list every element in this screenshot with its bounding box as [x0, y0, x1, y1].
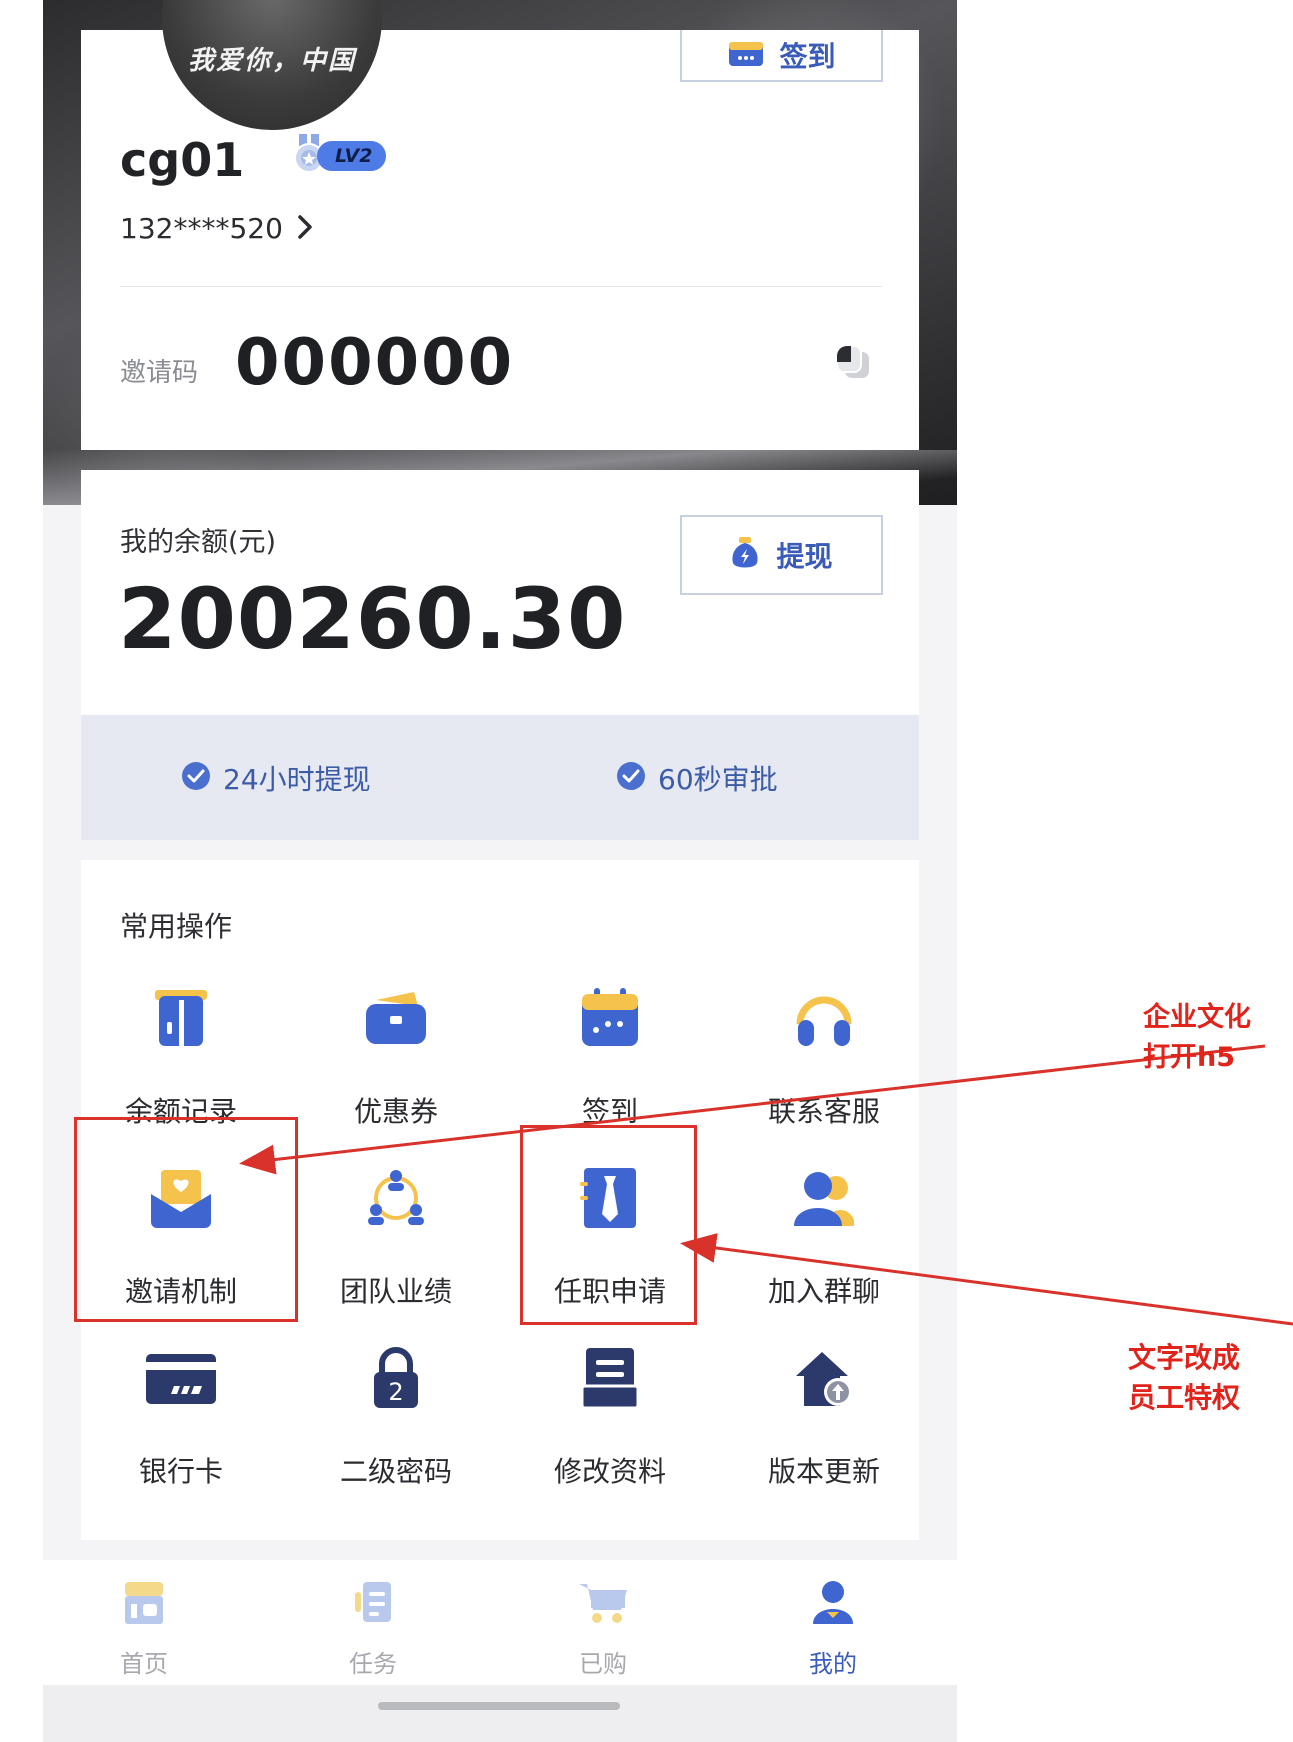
nav-label: 已购: [579, 1650, 627, 1678]
op-coupon[interactable]: 优惠券: [296, 978, 496, 1138]
phone-row[interactable]: 132****520: [120, 212, 313, 245]
check-circle-icon: [181, 761, 211, 795]
check-circle-icon: [616, 761, 646, 795]
annotation-note-culture: 企业文化 打开h5: [1143, 998, 1251, 1078]
invite-code-value: 000000: [235, 326, 515, 400]
balance-record-icon: [81, 978, 281, 1058]
nav-label: 我的: [809, 1650, 857, 1678]
op-label: 团队业绩: [339, 1275, 452, 1308]
group-chat-icon: [724, 1158, 924, 1238]
checkin-button-label: 签到: [779, 40, 836, 73]
edit-profile-icon: [510, 1338, 710, 1418]
op-team-performance[interactable]: 团队业绩: [296, 1158, 496, 1318]
level-badge: LV2: [291, 134, 387, 178]
nav-label: 任务: [349, 1650, 397, 1678]
annotation-note-line: 打开h5: [1143, 1042, 1236, 1073]
phone-screen: 我爱你，中国 签到 cg01 LV2 132****520 邀请码 000000…: [43, 0, 957, 1742]
feature-text: 60秒审批: [658, 762, 778, 796]
annotation-note-line: 员工特权: [1128, 1381, 1241, 1414]
feature-text: 24小时提现: [223, 762, 371, 796]
feature-item: 24小时提现: [181, 715, 371, 840]
calendar-icon: [727, 38, 765, 72]
task-icon: [293, 1572, 453, 1632]
annotation-note-line: 企业文化: [1143, 1002, 1251, 1033]
headset-icon: [724, 978, 924, 1058]
avatar-caption: 我爱你，中国: [187, 46, 356, 76]
screenshot-stage: 我爱你，中国 签到 cg01 LV2 132****520 邀请码 000000…: [0, 0, 1293, 1742]
balance-card: 我的余额(元) 200260.30 提现: [81, 470, 919, 715]
checkin-button[interactable]: 签到: [680, 30, 883, 82]
op-label: 签到: [581, 1095, 638, 1128]
copy-icon[interactable]: [833, 342, 873, 386]
op-label: 银行卡: [138, 1455, 223, 1488]
op-edit-profile[interactable]: 修改资料: [510, 1338, 710, 1498]
op-label: 加入群聊: [767, 1275, 880, 1308]
op-join-group-chat[interactable]: 加入群聊: [724, 1158, 924, 1318]
cart-icon: [523, 1572, 683, 1632]
phone-number: 132****520: [120, 212, 283, 245]
coupon-icon: [296, 978, 496, 1058]
update-icon: [724, 1338, 924, 1418]
op-checkin[interactable]: 签到: [510, 978, 710, 1138]
chevron-right-icon: [297, 214, 313, 244]
balance-amount: 200260.30: [118, 570, 627, 668]
svg-text:2: 2: [388, 1378, 403, 1406]
nav-purchased[interactable]: 已购: [523, 1560, 683, 1685]
nav-tasks[interactable]: 任务: [293, 1560, 453, 1685]
op-version-update[interactable]: 版本更新: [724, 1338, 924, 1498]
profile-card: 我爱你，中国 签到 cg01 LV2 132****520 邀请码 000000: [81, 0, 919, 450]
bank-card-icon: [81, 1338, 281, 1418]
op-bank-card[interactable]: 银行卡: [81, 1338, 281, 1498]
padlock-icon: 2: [296, 1338, 496, 1418]
op-label: 版本更新: [767, 1455, 880, 1488]
avatar[interactable]: 我爱你，中国: [162, 0, 382, 130]
nav-label: 首页: [120, 1650, 168, 1678]
op-secondary-password[interactable]: 2 二级密码: [296, 1338, 496, 1498]
withdraw-button[interactable]: 提现: [680, 515, 883, 595]
op-label: 二级密码: [339, 1455, 452, 1488]
home-shop-icon: [64, 1572, 224, 1632]
annotation-note-line: 文字改成: [1128, 1341, 1241, 1374]
features-strip: 24小时提现 60秒审批: [81, 715, 919, 840]
home-indicator-area: [43, 1685, 957, 1742]
nav-mine[interactable]: 我的: [753, 1560, 913, 1685]
common-ops-title: 常用操作: [120, 910, 233, 943]
op-label: 修改资料: [553, 1455, 666, 1488]
op-label: 优惠券: [353, 1095, 438, 1128]
nav-home[interactable]: 首页: [64, 1560, 224, 1685]
bottom-nav: 首页 任务 已购 我的: [43, 1560, 957, 1685]
op-contact-support[interactable]: 联系客服: [724, 978, 924, 1138]
team-icon: [296, 1158, 496, 1238]
annotation-note-rename: 文字改成 员工特权: [1128, 1338, 1240, 1418]
op-label: 联系客服: [767, 1095, 880, 1128]
invite-code-label: 邀请码: [120, 358, 199, 388]
feature-item: 60秒审批: [616, 715, 778, 840]
annotation-box-invite: [74, 1117, 298, 1322]
annotation-box-job-application: [520, 1125, 697, 1325]
withdraw-button-label: 提现: [776, 540, 833, 573]
user-icon: [753, 1572, 913, 1632]
money-bag-icon: [730, 536, 760, 574]
divider: [120, 286, 882, 287]
home-indicator[interactable]: [378, 1702, 620, 1710]
op-balance-record[interactable]: 余额记录: [81, 978, 281, 1138]
level-text: LV2: [317, 141, 387, 171]
username: cg01: [120, 133, 245, 187]
balance-label: 我的余额(元): [120, 527, 277, 558]
calendar-icon: [510, 978, 710, 1058]
